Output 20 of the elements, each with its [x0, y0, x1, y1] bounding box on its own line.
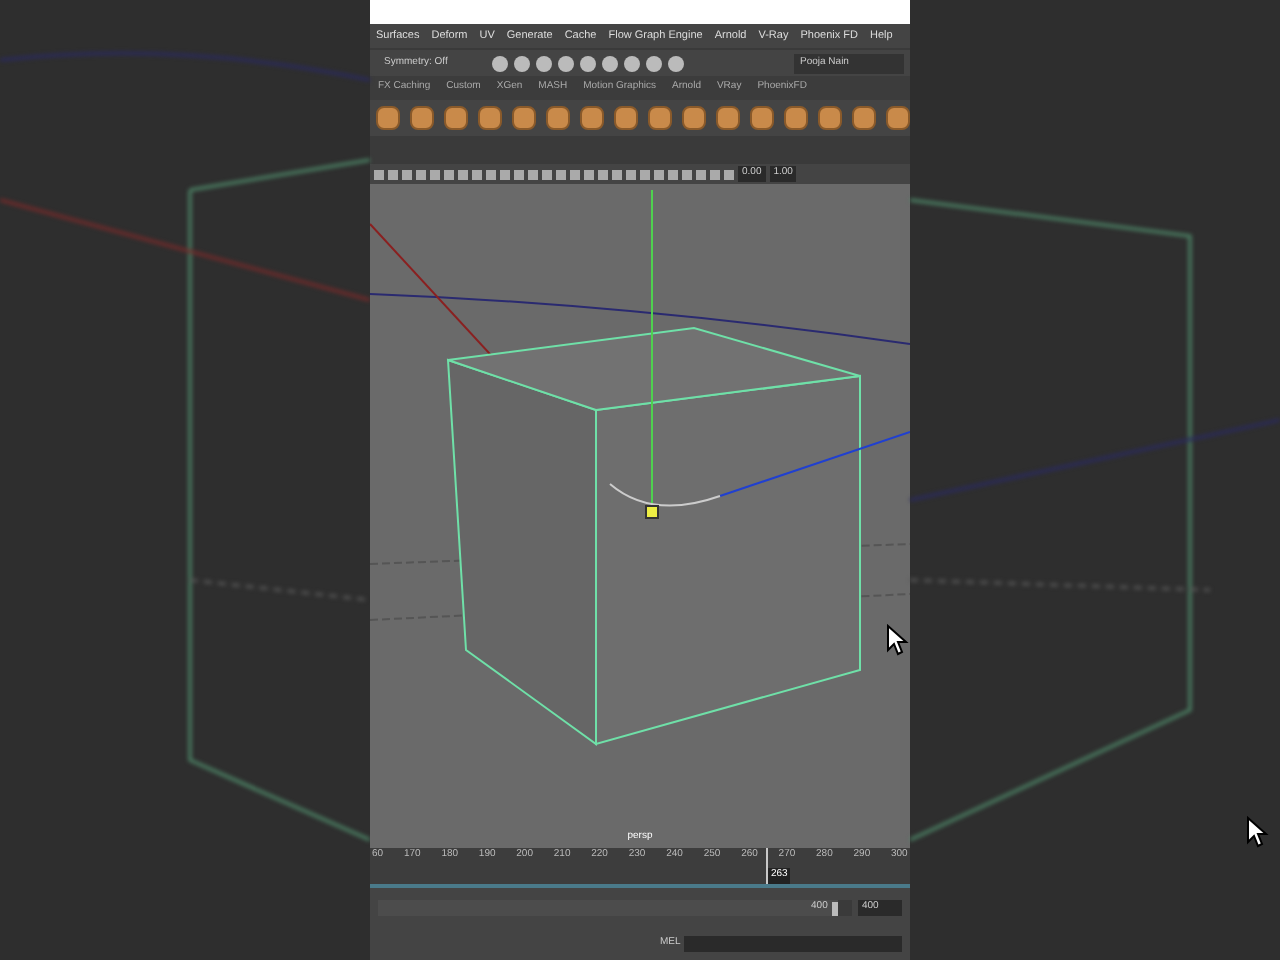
shelf-tool-icon[interactable]	[410, 106, 434, 130]
shelf-tool-icon[interactable]	[886, 106, 910, 130]
shelf-tool-icon[interactable]	[648, 106, 672, 130]
shelf-tool-icon[interactable]	[478, 106, 502, 130]
shelf-tool-icon[interactable]	[784, 106, 808, 130]
cursor-icon	[1246, 816, 1270, 848]
shelf-tool-icon[interactable]	[546, 106, 570, 130]
shelf-tool-icon[interactable]	[614, 106, 638, 130]
shelf-tool-icon[interactable]	[716, 106, 740, 130]
shelf-tool-icon[interactable]	[818, 106, 842, 130]
shelf-tool-icon[interactable]	[750, 106, 774, 130]
command-input-field[interactable]	[684, 936, 902, 952]
shelf-tool-icon[interactable]	[852, 106, 876, 130]
shelf-tool-icon[interactable]	[512, 106, 536, 130]
shelf-tool-icon[interactable]	[682, 106, 706, 130]
shelf-tool-icon[interactable]	[376, 106, 400, 130]
shelf-tool-icon[interactable]	[444, 106, 468, 130]
range-handle[interactable]	[831, 901, 838, 915]
cursor-icon	[886, 624, 910, 656]
shelf-tool-icon[interactable]	[580, 106, 604, 130]
